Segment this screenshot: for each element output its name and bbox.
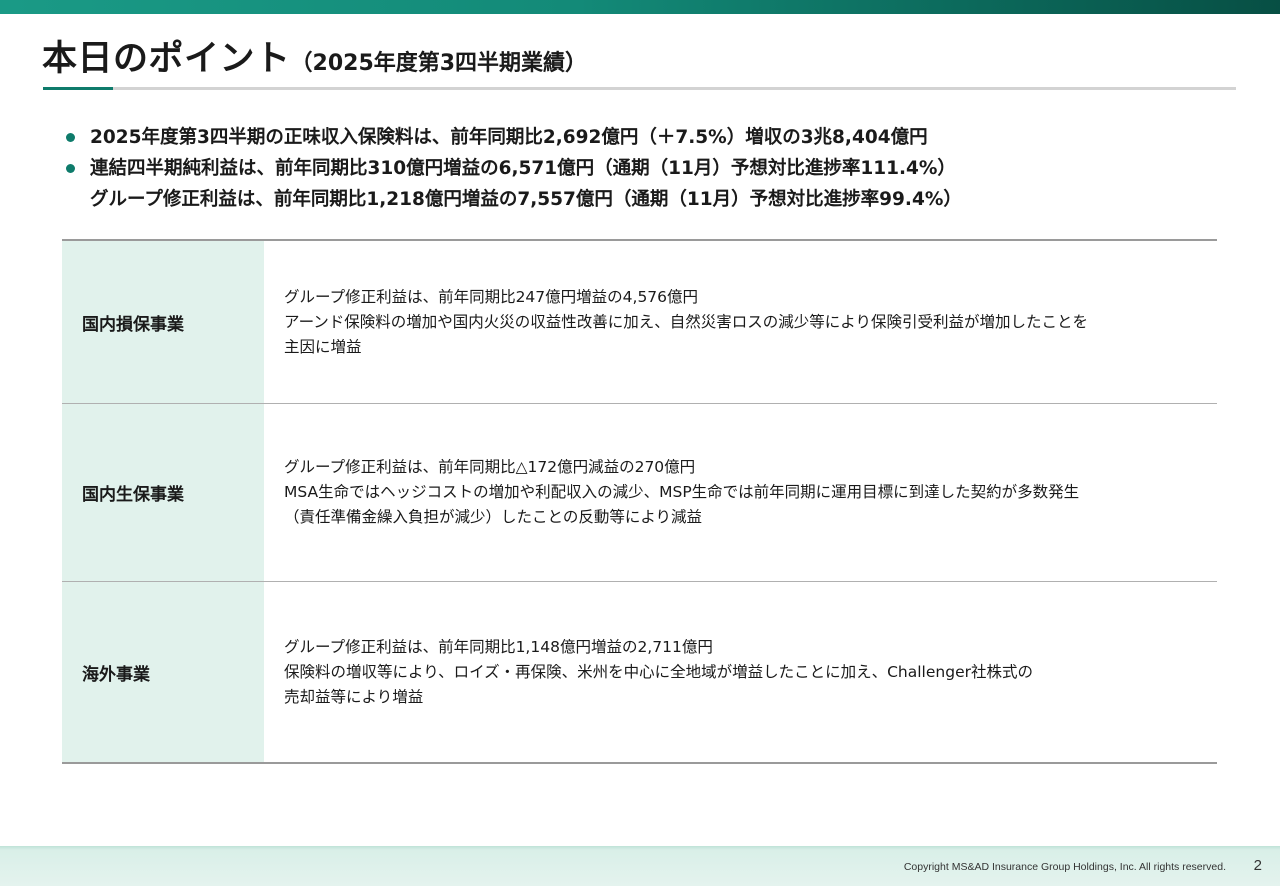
segment-line: 売却益等により増益	[284, 687, 424, 706]
bullet-dot-icon	[66, 164, 75, 173]
title-divider-accent	[43, 87, 113, 90]
key-point-1: 2025年度第3四半期の正味収入保険料は、前年同期比2,692億円（＋7.5%）…	[66, 122, 1216, 153]
segment-description: グループ修正利益は、前年同期比1,148億円増益の2,711億円 保険料の増収等…	[264, 582, 1217, 762]
key-point-2: 連結四半期純利益は、前年同期比310億円増益の6,571億円（通期（11月）予想…	[66, 153, 1216, 184]
page-title-subtitle: （2025年度第3四半期業績）	[290, 51, 588, 76]
segment-line: （責任準備金繰入負担が減少）したことの反動等により減益	[284, 508, 703, 526]
key-points-list: 2025年度第3四半期の正味収入保険料は、前年同期比2,692億円（＋7.5%）…	[66, 122, 1216, 215]
page-title: 本日のポイント（2025年度第3四半期業績）	[42, 30, 587, 81]
segment-line: グループ修正利益は、前年同期比247億円増益の4,576億円	[284, 287, 699, 306]
segment-label: 国内生保事業	[62, 404, 264, 581]
segment-row-international: 海外事業 グループ修正利益は、前年同期比1,148億円増益の2,711億円 保険…	[62, 582, 1217, 762]
key-point-text: 2025年度第3四半期の正味収入保険料は、前年同期比2,692億円（＋7.5%）…	[90, 127, 928, 148]
top-accent-bar	[0, 0, 1280, 14]
key-point-2-continuation: グループ修正利益は、前年同期比1,218億円増益の7,557億円（通期（11月）…	[90, 189, 962, 210]
segment-line: アーンド保険料の増加や国内火災の収益性改善に加え、自然災害ロスの減少等により保険…	[284, 312, 1088, 331]
page-title-main: 本日のポイント	[42, 39, 291, 79]
copyright-notice: Copyright MS&AD Insurance Group Holdings…	[903, 861, 1226, 873]
segment-label: 国内損保事業	[62, 241, 264, 403]
segment-row-domestic-nonlife: 国内損保事業 グループ修正利益は、前年同期比247億円増益の4,576億円 アー…	[62, 241, 1217, 404]
segment-line: MSA生命ではヘッジコストの増加や利配収入の減少、MSP生命では前年同期に運用目…	[284, 483, 1080, 501]
segment-description: グループ修正利益は、前年同期比247億円増益の4,576億円 アーンド保険料の増…	[264, 241, 1217, 403]
segment-line: グループ修正利益は、前年同期比△172億円減益の270億円	[284, 458, 696, 476]
bullet-dot-icon	[66, 133, 75, 142]
title-divider	[43, 87, 1236, 90]
segment-label: 海外事業	[62, 582, 264, 762]
segment-table: 国内損保事業 グループ修正利益は、前年同期比247億円増益の4,576億円 アー…	[62, 239, 1217, 764]
page-number: 2	[1253, 857, 1262, 874]
segment-line: 保険料の増収等により、ロイズ・再保険、米州を中心に全地域が増益したことに加え、C…	[284, 662, 1033, 681]
key-point-text: 連結四半期純利益は、前年同期比310億円増益の6,571億円（通期（11月）予想…	[90, 158, 956, 179]
segment-row-domestic-life: 国内生保事業 グループ修正利益は、前年同期比△172億円減益の270億円 MSA…	[62, 404, 1217, 582]
segment-description: グループ修正利益は、前年同期比△172億円減益の270億円 MSA生命ではヘッジ…	[264, 404, 1217, 581]
segment-line: 主因に増益	[284, 337, 362, 356]
segment-line: グループ修正利益は、前年同期比1,148億円増益の2,711億円	[284, 637, 713, 656]
